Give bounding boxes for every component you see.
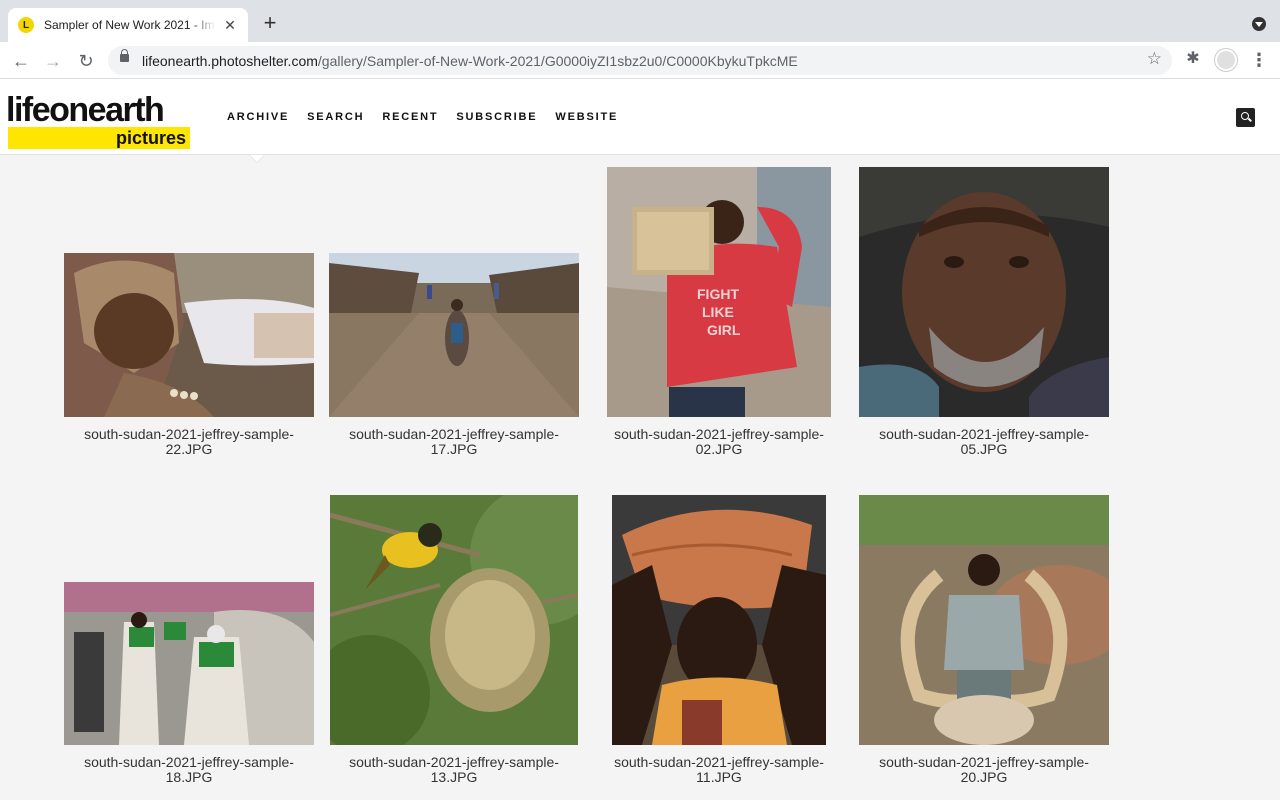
logo-main-text: lifeonearth (6, 91, 165, 129)
back-arrow-icon[interactable]: ← (10, 50, 32, 72)
thumbnail-caption[interactable]: south-sudan-2021-jeffrey-sample- 18.JPG (59, 755, 319, 785)
caption-line-1: south-sudan-2021-jeffrey-sample- (349, 426, 559, 442)
caption-line-1: south-sudan-2021-jeffrey-sample- (84, 426, 294, 442)
caption-line-1: south-sudan-2021-jeffrey-sample- (879, 426, 1089, 442)
site-logo[interactable]: lifeonearth pictures (6, 93, 192, 151)
tab-search-icon[interactable] (1252, 17, 1266, 31)
lock-icon (120, 49, 129, 62)
favicon-icon: L (18, 17, 34, 33)
bookmark-star-icon[interactable]: ☆ (1147, 49, 1162, 69)
gallery-thumbnail[interactable] (859, 167, 1109, 417)
caption-line-2: 20.JPG (960, 769, 1008, 785)
gallery-thumbnail[interactable] (859, 495, 1109, 745)
url-host: lifeonearth.photoshelter.com (142, 53, 318, 69)
gallery-grid: south-sudan-2021-jeffrey-sample- 22.JPG … (0, 156, 1280, 800)
caption-line-2: 22.JPG (165, 441, 213, 457)
logo-sub-text: pictures (115, 128, 186, 148)
svg-text:LIKE: LIKE (702, 304, 734, 320)
caption-line-2: 05.JPG (960, 441, 1008, 457)
thumbnail-caption[interactable]: south-sudan-2021-jeffrey-sample- 13.JPG (324, 755, 584, 785)
thumbnail-caption[interactable]: south-sudan-2021-jeffrey-sample- 22.JPG (59, 427, 319, 457)
svg-text:GIRL: GIRL (707, 322, 741, 338)
profile-avatar[interactable] (1215, 49, 1237, 71)
extensions-puzzle-icon[interactable]: ✱ (1184, 50, 1202, 68)
nav-subscribe[interactable]: SUBSCRIBE (456, 111, 537, 123)
nav-archive[interactable]: ARCHIVE (227, 111, 289, 123)
browser-toolbar: ← → ↻ lifeonearth.photoshelter.com/galle… (0, 42, 1280, 79)
nav-website[interactable]: WEBSITE (555, 111, 618, 123)
thumbnail-caption[interactable]: south-sudan-2021-jeffrey-sample- 02.JPG (589, 427, 849, 457)
gallery-thumbnail[interactable]: FIGHT LIKE GIRL (607, 167, 831, 417)
caption-line-2: 17.JPG (430, 441, 478, 457)
gallery-thumbnail[interactable] (329, 253, 579, 417)
forward-arrow-icon[interactable]: → (42, 50, 64, 72)
browser-tab-strip: L Sampler of New Work 2021 - Im ✕ + (0, 0, 1280, 42)
thumbnail-caption[interactable]: south-sudan-2021-jeffrey-sample- 05.JPG (854, 427, 1114, 457)
browser-tab[interactable]: L Sampler of New Work 2021 - Im ✕ (8, 8, 248, 42)
caption-line-2: 11.JPG (696, 769, 742, 785)
tab-title: Sampler of New Work 2021 - Im (44, 18, 215, 32)
svg-text:FIGHT: FIGHT (697, 286, 739, 302)
caption-line-1: south-sudan-2021-jeffrey-sample- (879, 754, 1089, 770)
address-bar[interactable]: lifeonearth.photoshelter.com/gallery/Sam… (108, 46, 1172, 75)
caption-line-1: south-sudan-2021-jeffrey-sample- (84, 754, 294, 770)
gallery-thumbnail[interactable] (612, 495, 826, 745)
url-text: lifeonearth.photoshelter.com/gallery/Sam… (142, 53, 798, 69)
nav-recent[interactable]: RECENT (382, 111, 438, 123)
browser-menu-icon[interactable]: ⋮ (1250, 49, 1268, 71)
close-tab-icon[interactable]: ✕ (222, 17, 238, 34)
nav-search[interactable]: SEARCH (307, 111, 364, 123)
thumbnail-caption[interactable]: south-sudan-2021-jeffrey-sample- 17.JPG (324, 427, 584, 457)
reload-icon[interactable]: ↻ (75, 50, 97, 72)
caption-line-2: 02.JPG (695, 441, 743, 457)
caption-line-1: south-sudan-2021-jeffrey-sample- (349, 754, 559, 770)
gallery-thumbnail[interactable] (64, 582, 314, 745)
thumbnail-caption[interactable]: south-sudan-2021-jeffrey-sample- 20.JPG (854, 755, 1114, 785)
caption-line-2: 13.JPG (430, 769, 478, 785)
gallery-thumbnail[interactable] (64, 253, 314, 417)
site-header: lifeonearth pictures ARCHIVE SEARCH RECE… (0, 79, 1280, 155)
gallery-thumbnail[interactable] (330, 495, 578, 745)
thumbnail-caption[interactable]: south-sudan-2021-jeffrey-sample- 11.JPG (589, 755, 849, 785)
caption-line-1: south-sudan-2021-jeffrey-sample- (614, 426, 824, 442)
caption-line-2: 18.JPG (165, 769, 213, 785)
url-path: /gallery/Sampler-of-New-Work-2021/G0000i… (317, 53, 798, 69)
site-search-icon[interactable] (1236, 108, 1255, 127)
new-tab-button[interactable]: + (258, 12, 282, 36)
main-nav: ARCHIVE SEARCH RECENT SUBSCRIBE WEBSITE (227, 111, 618, 123)
caption-line-1: south-sudan-2021-jeffrey-sample- (614, 754, 824, 770)
